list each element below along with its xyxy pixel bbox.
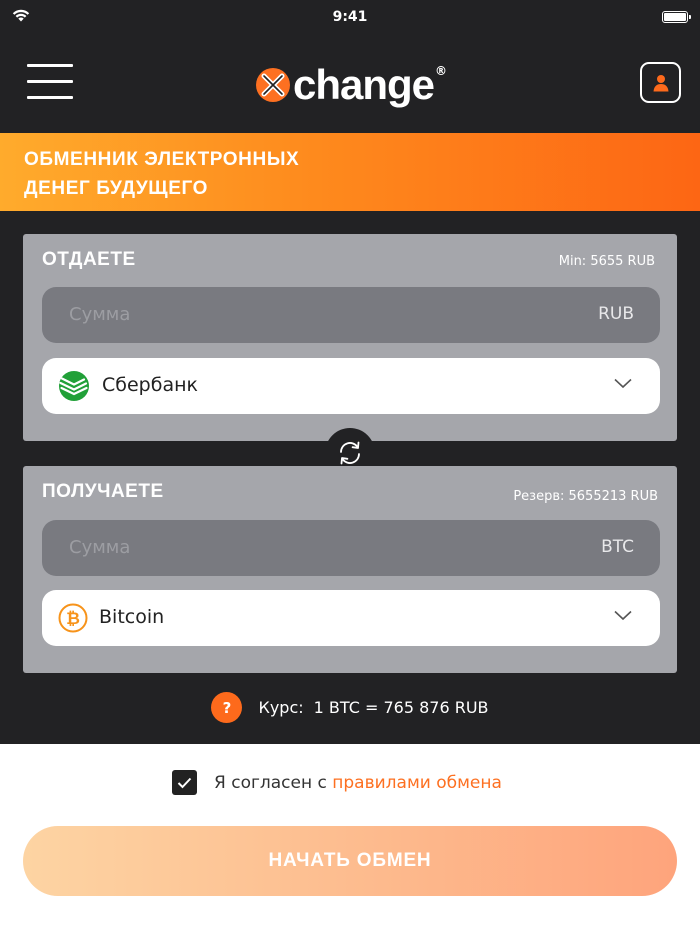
receive-reserve: Резерв: 5655213 RUB: [513, 489, 658, 504]
rate-value: 1 BTC = 765 876 RUB: [313, 698, 489, 717]
agreement-checkbox[interactable]: [172, 770, 197, 795]
status-bar: 9:41: [0, 0, 700, 34]
receive-card: ПОЛУЧАЕТЕ Резерв: 5655213 RUB Сумма BTC …: [23, 466, 677, 673]
exchange-rate: ? Курс: 1 BTC = 765 876 RUB: [0, 692, 700, 723]
receive-method-name: Bitcoin: [99, 606, 165, 628]
agreement-text: Я согласен с: [214, 772, 333, 793]
svg-text:₿: ₿: [66, 609, 80, 629]
help-button[interactable]: ?: [211, 692, 243, 723]
banner-line-2: ДЕНЕГ БУДУЩЕГО: [24, 178, 209, 199]
exchange-rules-link[interactable]: правилами обмена: [332, 773, 502, 793]
give-method-select[interactable]: Сбербанк: [42, 358, 660, 414]
logo-registered-mark: ®: [435, 64, 448, 78]
status-time: 9:41: [332, 9, 368, 25]
checkmark-icon: [177, 777, 192, 788]
receive-currency: BTC: [601, 537, 634, 557]
give-title: ОТДАЕТЕ: [42, 249, 136, 270]
agreement-row: Я согласен с правилами обмена: [172, 770, 502, 795]
battery-icon: [662, 11, 691, 23]
rate-label: Курс:: [258, 698, 304, 717]
receive-amount-input[interactable]: Сумма BTC: [42, 520, 660, 576]
give-method-name: Сбербанк: [102, 374, 198, 396]
give-card: ОТДАЕТЕ Min: 5655 RUB Сумма RUB Сбербанк: [23, 234, 677, 441]
logo-text: change: [293, 61, 435, 108]
sberbank-icon: [59, 371, 89, 401]
promo-banner: ОБМЕННИК ЭЛЕКТРОННЫХ ДЕНЕГ БУДУЩЕГО: [0, 133, 700, 211]
bitcoin-icon: ₿: [58, 603, 88, 633]
logo: change ®: [255, 60, 447, 110]
user-icon: [653, 74, 668, 91]
receive-title: ПОЛУЧАЕТЕ: [42, 481, 164, 502]
give-min-amount: Min: 5655 RUB: [558, 254, 655, 269]
banner-line-1: ОБМЕННИК ЭЛЕКТРОННЫХ: [24, 149, 300, 170]
give-currency: RUB: [598, 304, 634, 324]
give-amount-placeholder: Сумма: [69, 304, 131, 325]
chevron-down-icon: [614, 378, 632, 389]
logo-x-icon: [256, 68, 290, 102]
start-exchange-button[interactable]: НАЧАТЬ ОБМЕН: [23, 826, 677, 896]
hamburger-icon: [27, 64, 73, 67]
menu-button[interactable]: [27, 64, 73, 100]
give-amount-input[interactable]: Сумма RUB: [42, 287, 660, 343]
receive-method-select[interactable]: ₿ Bitcoin: [42, 590, 660, 646]
chevron-down-icon: [614, 610, 632, 621]
receive-amount-placeholder: Сумма: [69, 537, 131, 558]
profile-button[interactable]: [640, 62, 681, 103]
swap-arrows-icon: [340, 441, 360, 465]
